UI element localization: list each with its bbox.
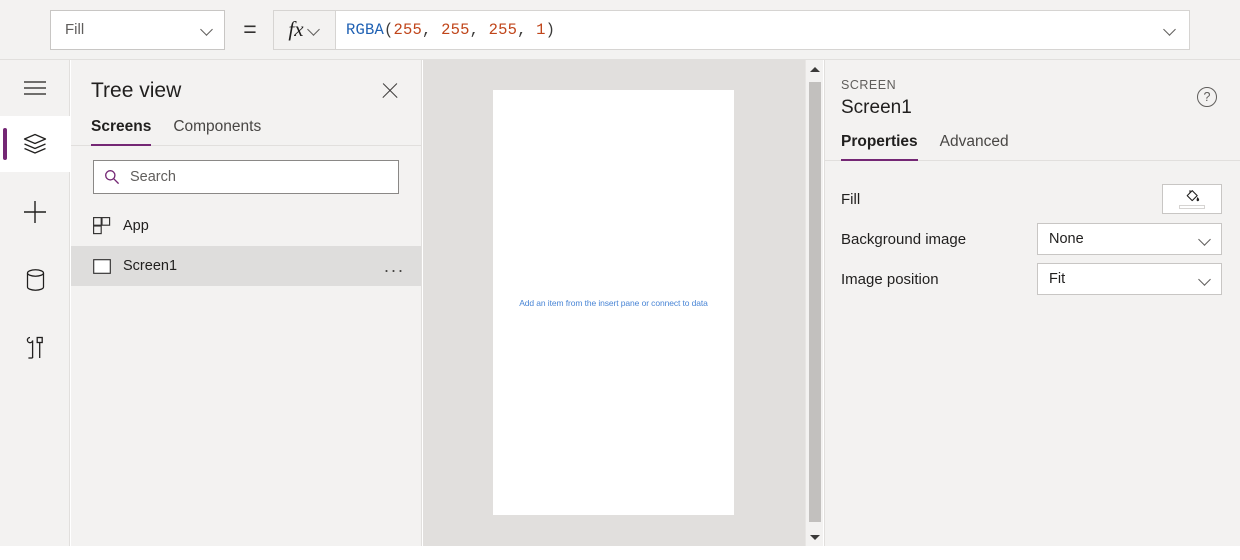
selected-control-name: Screen1: [841, 97, 912, 118]
screen-canvas[interactable]: Add an item from the insert pane or conn…: [493, 90, 734, 515]
chevron-down-icon: [1199, 273, 1212, 286]
help-icon[interactable]: ?: [1197, 87, 1217, 107]
chevron-down-icon: [1199, 233, 1212, 246]
scroll-down-arrow-icon[interactable]: [806, 528, 824, 546]
layers-icon: [23, 133, 47, 155]
tab-components[interactable]: Components: [173, 118, 261, 146]
canvas-area[interactable]: Add an item from the insert pane or conn…: [423, 60, 805, 546]
fill-color-button[interactable]: [1162, 184, 1222, 214]
fx-label: fx: [288, 17, 304, 41]
chevron-down-icon: [201, 23, 214, 36]
overflow-menu-icon[interactable]: ...: [384, 257, 405, 275]
image-position-dropdown[interactable]: Fit: [1037, 263, 1222, 295]
database-icon: [26, 269, 45, 291]
tree-item-screen1[interactable]: Screen1 ...: [71, 246, 421, 286]
dropdown-value: Fit: [1049, 271, 1066, 287]
power-apps-studio: Fill = fx RGBA(255, 255, 255, 1) Tree vi…: [0, 0, 1240, 560]
rail-spacer: [0, 172, 69, 184]
plus-icon: [23, 200, 47, 224]
tab-screens[interactable]: Screens: [91, 118, 152, 146]
left-rail: [0, 60, 70, 546]
rail-spacer: [0, 240, 69, 252]
paint-bucket-icon: [1184, 189, 1201, 204]
tab-properties[interactable]: Properties: [841, 133, 918, 161]
chevron-down-icon: [308, 23, 321, 36]
scrollbar-thumb[interactable]: [809, 82, 821, 522]
property-selector-dropdown[interactable]: Fill: [50, 9, 225, 50]
properties-header: SCREEN Screen1 ?: [825, 60, 1240, 119]
tree-view-header: Tree view: [71, 60, 421, 104]
search-box[interactable]: [93, 160, 399, 194]
rail-spacer: [0, 308, 69, 320]
search-icon: [104, 169, 120, 185]
selected-control-type: SCREEN: [841, 78, 897, 92]
rail-item-tree-view[interactable]: [0, 116, 70, 172]
tree-view-tabs: Screens Components: [71, 104, 421, 146]
property-selector-value: Fill: [65, 21, 85, 38]
rail-item-data[interactable]: [0, 252, 70, 308]
scroll-up-arrow-icon[interactable]: [806, 60, 824, 78]
screen-rect-icon: [93, 258, 111, 274]
rail-item-advanced-tools[interactable]: [0, 320, 70, 376]
close-icon[interactable]: [377, 78, 403, 104]
tree-item-list: App Screen1 ...: [71, 206, 421, 286]
rail-item-hamburger-menu[interactable]: [0, 60, 70, 116]
tools-icon: [25, 336, 45, 360]
tab-advanced[interactable]: Advanced: [940, 133, 1009, 161]
rail-item-insert[interactable]: [0, 184, 70, 240]
formula-text: RGBA(255, 255, 255, 1): [346, 20, 556, 39]
property-label: Fill: [841, 190, 861, 208]
properties-tabs: Properties Advanced: [825, 119, 1240, 161]
fx-button[interactable]: fx: [273, 9, 335, 50]
property-row-fill: Fill: [841, 179, 1222, 219]
equals-sign: =: [243, 16, 257, 42]
canvas-vertical-scrollbar[interactable]: [805, 60, 823, 546]
tree-item-app[interactable]: App: [71, 206, 421, 246]
tree-item-label: App: [123, 218, 149, 234]
canvas-empty-hint[interactable]: Add an item from the insert pane or conn…: [519, 298, 708, 308]
formula-input[interactable]: RGBA(255, 255, 255, 1): [335, 9, 1190, 50]
properties-panel: SCREEN Screen1 ? Properties Advanced Fil…: [824, 60, 1240, 546]
property-label: Image position: [841, 270, 939, 288]
property-row-background-image: Background image None: [841, 219, 1222, 259]
tree-item-label: Screen1: [123, 258, 178, 274]
property-rows: Fill Background image None Image positio…: [825, 161, 1240, 299]
property-row-image-position: Image position Fit: [841, 259, 1222, 299]
chevron-down-icon[interactable]: [1164, 23, 1177, 36]
tree-view-panel: Tree view Screens Components Search App …: [71, 60, 422, 546]
formula-bar: Fill = fx RGBA(255, 255, 255, 1): [0, 0, 1240, 60]
hamburger-icon: [24, 80, 46, 96]
property-label: Background image: [841, 230, 967, 248]
background-image-dropdown[interactable]: None: [1037, 223, 1222, 255]
dropdown-value: None: [1049, 231, 1084, 247]
fill-color-swatch: [1179, 205, 1205, 209]
app-grid-icon: [93, 217, 111, 235]
search-input[interactable]: [130, 169, 388, 185]
search-container: [71, 146, 421, 194]
panel-title: Tree view: [91, 79, 182, 102]
